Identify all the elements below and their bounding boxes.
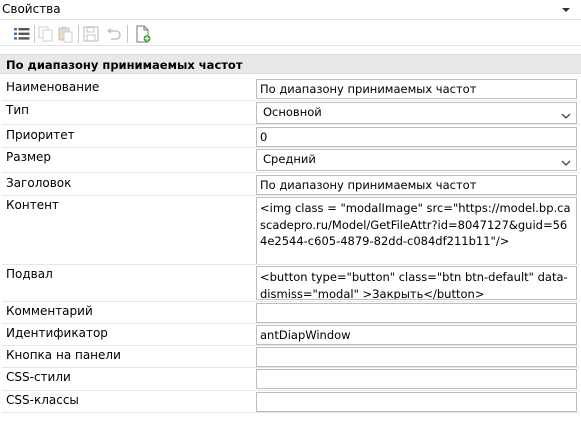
save-button[interactable] — [81, 24, 101, 44]
property-label: Наименование — [6, 80, 100, 94]
property-row-css-styles: CSS-стили — [0, 368, 581, 390]
heading-field[interactable]: По диапазону принимаемых частот — [256, 175, 577, 195]
row-divider — [2, 345, 579, 346]
row-divider — [2, 390, 579, 391]
copy-icon — [36, 26, 56, 47]
size-select[interactable]: Средний — [256, 149, 577, 171]
row-divider — [2, 264, 579, 265]
type-select[interactable]: Основной — [256, 102, 577, 124]
properties-panel-header: Свойства — [0, 0, 581, 20]
property-label: Идентификатор — [6, 326, 108, 340]
properties-toolbar — [0, 22, 581, 46]
property-row-heading: Заголовок По диапазону принимаемых часто… — [0, 174, 581, 196]
new-document-button[interactable] — [133, 24, 153, 44]
toolbar-separator — [78, 25, 79, 43]
type-select-value: Основной — [263, 105, 322, 119]
property-row-css-classes: CSS-классы — [0, 391, 581, 413]
row-divider — [2, 301, 579, 302]
property-row-content: Контент <img class = "modalImage" src="h… — [0, 196, 581, 265]
paste-icon — [56, 26, 76, 47]
panel-title: Свойства — [2, 2, 61, 16]
panel-button-field[interactable] — [256, 347, 577, 367]
property-label: Приоритет — [6, 128, 75, 142]
property-row-priority: Приоритет 0 — [0, 126, 581, 148]
row-divider — [2, 100, 579, 101]
property-label: Заголовок — [6, 176, 72, 190]
comment-field[interactable] — [256, 303, 577, 323]
css-classes-field[interactable] — [256, 392, 577, 412]
property-row-size: Размер Средний — [0, 148, 581, 172]
chevron-down-icon — [561, 155, 571, 170]
toolbar-separator — [34, 25, 35, 43]
property-label: CSS-стили — [6, 370, 71, 384]
row-divider — [2, 124, 579, 125]
property-label: Размер — [6, 150, 52, 164]
css-styles-field[interactable] — [256, 369, 577, 389]
property-row-panel-button: Кнопка на панели — [0, 346, 581, 368]
chevron-down-icon — [561, 108, 571, 123]
property-row-type: Тип Основной — [0, 101, 581, 124]
undo-button[interactable] — [104, 24, 124, 44]
property-label: Комментарий — [6, 304, 93, 318]
property-row-name: Наименование По диапазону принимаемых ча… — [0, 78, 581, 100]
row-divider — [2, 323, 579, 324]
save-icon — [81, 26, 101, 47]
undo-icon — [104, 28, 124, 47]
priority-field[interactable]: 0 — [256, 127, 577, 147]
property-group-header: По диапазону принимаемых частот — [0, 54, 581, 74]
property-row-comment: Комментарий — [0, 302, 581, 324]
property-row-footer: Подвал <button type="button" class="btn … — [0, 265, 581, 300]
row-divider — [2, 147, 579, 148]
row-divider — [2, 412, 579, 413]
identifier-field[interactable]: antDiapWindow — [256, 325, 577, 345]
list-icon — [12, 28, 32, 47]
property-label: Контент — [6, 198, 59, 212]
property-label: Подвал — [6, 267, 53, 281]
row-divider — [2, 367, 579, 368]
property-label: Тип — [6, 103, 29, 117]
panel-menu-dropdown-icon[interactable] — [561, 4, 571, 18]
paste-button[interactable] — [56, 24, 76, 44]
footer-field[interactable]: <button type="button" class="btn btn-def… — [256, 266, 577, 300]
name-field[interactable]: По диапазону принимаемых частот — [256, 79, 577, 99]
row-divider — [2, 172, 579, 173]
property-group-title: По диапазону принимаемых частот — [6, 58, 243, 72]
size-select-value: Средний — [263, 152, 316, 166]
copy-button[interactable] — [36, 24, 56, 44]
toolbar-separator — [127, 25, 128, 43]
property-list-button[interactable] — [12, 24, 32, 44]
row-divider — [2, 195, 579, 196]
property-label: Кнопка на панели — [6, 348, 121, 362]
property-label: CSS-классы — [6, 393, 79, 407]
property-row-identifier: Идентификатор antDiapWindow — [0, 324, 581, 346]
content-field[interactable]: <img class = "modalImage" src="https://m… — [256, 197, 577, 265]
new-document-icon — [133, 25, 153, 47]
